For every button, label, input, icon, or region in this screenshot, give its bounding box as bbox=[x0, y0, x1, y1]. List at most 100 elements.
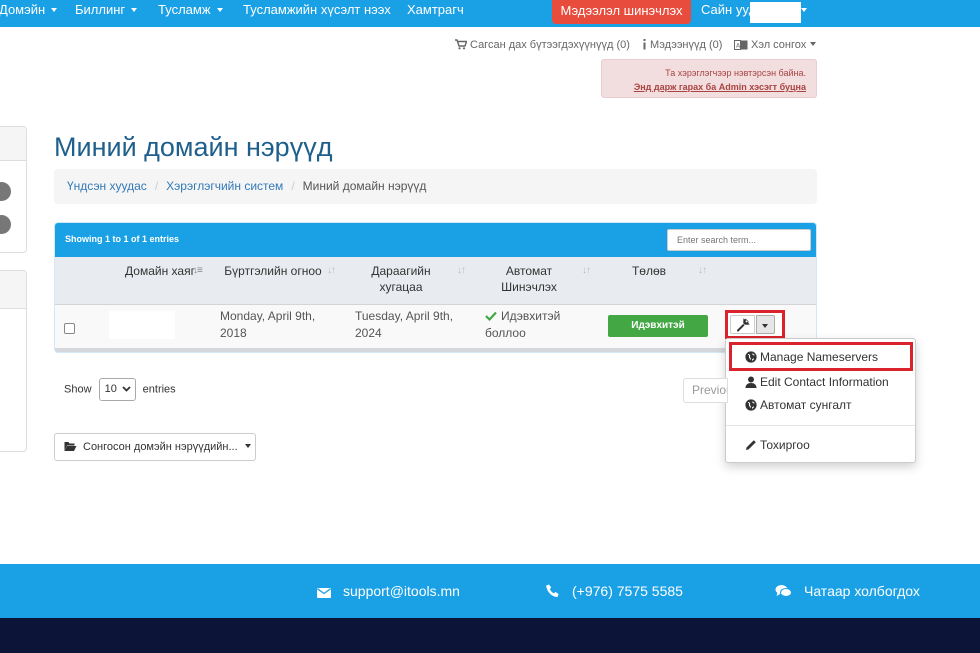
chevron-down-icon bbox=[51, 7, 58, 12]
row-checkbox[interactable] bbox=[64, 323, 75, 334]
count-badge bbox=[0, 215, 11, 234]
menu-item-label: Edit Contact Information bbox=[760, 375, 889, 389]
count-badge bbox=[0, 182, 11, 201]
menu-divider bbox=[726, 425, 915, 426]
header-label: Автомат bbox=[505, 264, 553, 278]
column-header-status[interactable]: Төлөв bbox=[615, 257, 683, 305]
return-to-admin-link[interactable]: Энд дарж гарах ба Admin хэсэгт буцна bbox=[602, 80, 806, 94]
header-label: Дараагийн bbox=[371, 264, 431, 278]
page-size-select[interactable]: 10 bbox=[98, 378, 136, 401]
top-navbar: Домэйн Биллинг Тусламж Тусламжийн хүсэлт… bbox=[0, 0, 980, 27]
user-greeting[interactable]: Сайн уу, bbox=[701, 0, 751, 27]
chevron-down-icon bbox=[121, 386, 131, 392]
page-size-control: Show 10 entries bbox=[64, 378, 176, 401]
globe-icon bbox=[745, 399, 757, 411]
nav-item-support[interactable]: Тусламж bbox=[158, 0, 223, 27]
nav-label: Хамтрагч bbox=[407, 2, 464, 17]
pencil-icon bbox=[746, 440, 756, 450]
table-toolbar: Showing 1 to 1 of 1 entries bbox=[55, 223, 816, 257]
breadcrumb-client-area[interactable]: Хэрэглэгчийн систем bbox=[166, 179, 283, 193]
highlight-outline bbox=[729, 342, 913, 371]
greeting-label: Сайн уу, bbox=[701, 2, 752, 17]
sort-icon: ↓↑ bbox=[327, 265, 336, 276]
sidebar-panel bbox=[0, 270, 27, 452]
chat-icon bbox=[775, 585, 792, 597]
nav-item-affiliates[interactable]: Хамтрагч bbox=[407, 0, 464, 27]
menu-item-settings[interactable]: Тохиргоо bbox=[726, 434, 915, 456]
nav-label: Тусламжийн хүсэлт нээх bbox=[243, 2, 391, 17]
reg-date-cell: Monday, April 9th, 2018 bbox=[220, 308, 315, 342]
chevron-down-icon bbox=[810, 42, 817, 47]
breadcrumb-separator: / bbox=[154, 179, 159, 193]
auto-renew-cell: Идэвхитэй боллоо bbox=[485, 308, 560, 342]
nav-item-open-ticket[interactable]: Тусламжийн хүсэлт нээх bbox=[243, 0, 391, 27]
chevron-down-icon bbox=[216, 7, 223, 12]
domains-table-panel: Showing 1 to 1 of 1 entries Домайн хаяг … bbox=[54, 222, 817, 353]
language-icon: A bbox=[734, 40, 748, 50]
sort-icon: ↓↑ bbox=[582, 265, 591, 276]
bottom-bar bbox=[0, 618, 980, 653]
menu-item-auto-renew[interactable]: Автомат сунгалт bbox=[726, 394, 915, 416]
column-header-next-due[interactable]: Дараагийн хугацаа bbox=[355, 257, 447, 305]
cell-text: Monday, April 9th, bbox=[220, 309, 316, 323]
notifications-link[interactable]: Мэдээнүүд (0) bbox=[642, 38, 722, 52]
user-name-redacted bbox=[750, 2, 801, 23]
row-actions-button[interactable] bbox=[730, 315, 755, 334]
phone-icon bbox=[546, 584, 559, 597]
notifications-label: Мэдээнүүд (0) bbox=[650, 39, 723, 51]
cell-text: 2024 bbox=[355, 326, 382, 340]
column-header-auto-renew[interactable]: Автомат Шинэчлэх bbox=[485, 257, 573, 305]
cart-link[interactable]: Сагсан дах бүтээгдэхүүнүүд (0) bbox=[455, 38, 630, 52]
entries-label: entries bbox=[142, 383, 176, 396]
show-label: Show bbox=[64, 383, 92, 396]
chevron-down-icon bbox=[801, 7, 807, 12]
breadcrumb-home[interactable]: Үндсэн хуудас bbox=[67, 179, 147, 193]
footer-chat[interactable]: Чатаар холбогдох bbox=[775, 582, 920, 600]
folder-open-icon bbox=[64, 442, 77, 451]
entries-info: Showing 1 to 1 of 1 entries bbox=[65, 234, 180, 244]
menu-item-label: Тохиргоо bbox=[760, 438, 810, 452]
bulk-actions-button[interactable]: Сонгосон домэйн нэрүүдийн... bbox=[54, 433, 256, 461]
footer-email[interactable]: support@itools.mn bbox=[317, 582, 460, 600]
email-text: support@itools.mn bbox=[343, 583, 460, 599]
cell-text: 2018 bbox=[220, 326, 247, 340]
cell-text: Идэвхитэй bbox=[501, 309, 561, 323]
sidebar-panel bbox=[0, 126, 27, 253]
update-info-button[interactable]: Мэдээлэл шинэчлэх bbox=[552, 0, 691, 24]
header-label: хугацаа bbox=[379, 280, 423, 294]
table-row: Monday, April 9th, 2018 Tuesday, April 9t… bbox=[55, 305, 816, 348]
alert-text: Та хэрэглэгчээр нэвтэрсэн байна. bbox=[665, 68, 806, 78]
nav-label: Домэйн bbox=[0, 2, 46, 17]
domain-name-redacted[interactable] bbox=[109, 311, 175, 339]
sort-icon: ↓↑ bbox=[698, 265, 707, 276]
table-header: Домайн хаяг ↓≡ Бүртгэлийн огноо ↓↑ Дараа… bbox=[55, 257, 816, 305]
menu-item-edit-contact[interactable]: Edit Contact Information bbox=[726, 371, 915, 393]
sort-icon: ↓≡ bbox=[193, 265, 203, 276]
cell-text: Tuesday, April 9th, bbox=[355, 309, 454, 323]
nav-label: Тусламж bbox=[158, 2, 211, 17]
phone-text: (+976) 7575 5585 bbox=[572, 583, 683, 599]
language-label: Хэл сонгох bbox=[751, 39, 807, 51]
breadcrumb: Үндсэн хуудас / Хэрэглэгчийн систем / Миний … bbox=[54, 169, 817, 204]
header-label: Төлөв bbox=[631, 264, 667, 278]
row-actions-button-group bbox=[725, 310, 785, 339]
footer: support@itools.mn (+976) 7575 5585 Чатаа… bbox=[0, 564, 980, 618]
nav-item-billing[interactable]: Биллинг bbox=[75, 0, 138, 27]
language-selector[interactable]: A Хэл сонгох bbox=[734, 38, 817, 52]
page-title: Миний домайн нэрүүд bbox=[54, 132, 333, 162]
previous-page-button[interactable]: Previous bbox=[683, 378, 728, 403]
user-icon bbox=[745, 376, 757, 388]
breadcrumb-separator: / bbox=[291, 179, 295, 193]
envelope-icon bbox=[317, 588, 331, 598]
nav-label: Биллинг bbox=[75, 2, 126, 17]
header-label: Шинэчлэх bbox=[501, 280, 557, 294]
sidebar-panel-header bbox=[0, 271, 26, 309]
table-footer bbox=[55, 348, 816, 352]
user-menu-toggle[interactable] bbox=[795, 0, 807, 27]
check-icon bbox=[485, 311, 497, 322]
footer-phone[interactable]: (+976) 7575 5585 bbox=[546, 582, 683, 600]
column-header-reg-date[interactable]: Бүртгэлийн огноо bbox=[213, 257, 333, 305]
table-search-input[interactable] bbox=[667, 229, 811, 251]
row-actions-dropdown-toggle[interactable] bbox=[756, 315, 775, 334]
nav-item-domain[interactable]: Домэйн bbox=[0, 0, 58, 27]
